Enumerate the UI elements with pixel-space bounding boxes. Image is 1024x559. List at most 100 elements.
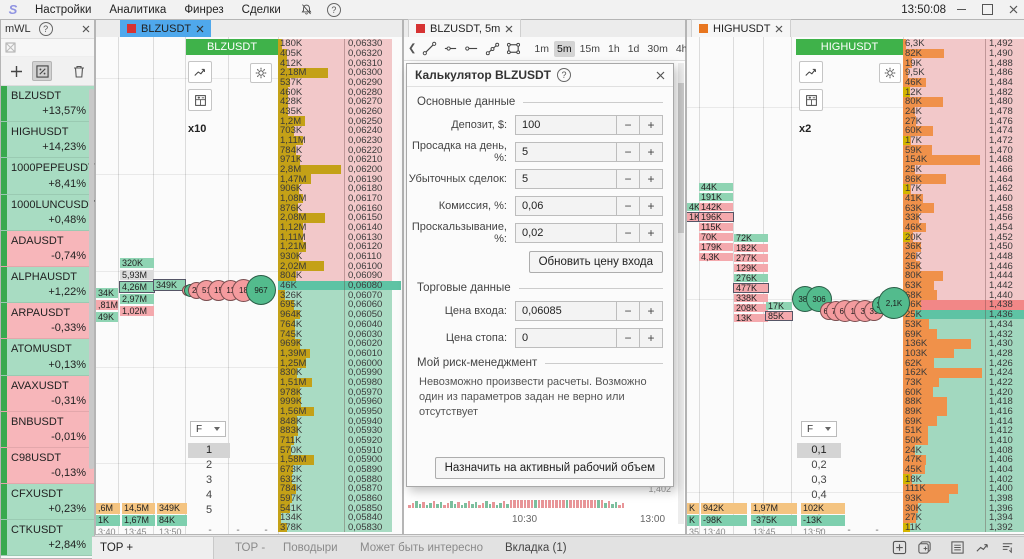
- watchlist-item-highusdt[interactable]: HIGHUSDT+14,23%: [1, 122, 94, 158]
- filter-option[interactable]: 0,1: [797, 443, 841, 458]
- chart-add-icon[interactable]: [974, 539, 991, 556]
- trade-input[interactable]: 0−+: [515, 328, 663, 348]
- menu-item-настройки[interactable]: Настройки: [26, 4, 100, 16]
- watchlist-item-arpausdt[interactable]: ARPAUSDT-0,33%: [1, 303, 94, 339]
- timeframe-1m[interactable]: 1m: [531, 41, 552, 57]
- calculator-button[interactable]: [799, 89, 823, 111]
- decrement-button[interactable]: −: [616, 224, 639, 242]
- gear-icon[interactable]: [250, 63, 272, 83]
- timeframe-15m[interactable]: 15m: [577, 41, 603, 57]
- watchlist-close-icon[interactable]: [82, 25, 90, 33]
- decrement-button[interactable]: −: [616, 197, 639, 215]
- maximize-button[interactable]: [976, 2, 998, 18]
- chart-expand-button[interactable]: [799, 61, 823, 83]
- timeframe-1h[interactable]: 1h: [605, 41, 623, 57]
- minimize-button[interactable]: [950, 2, 972, 18]
- taskbar-item-2[interactable]: ТОР -: [235, 537, 265, 559]
- watchlist-item-adausdt[interactable]: ADAUSDT-0,74%: [1, 231, 94, 267]
- gear-icon[interactable]: [879, 63, 901, 83]
- rectangle-tool-icon[interactable]: [506, 40, 521, 58]
- watchlist-item-cfxusdt[interactable]: CFXUSDT+0,23%: [1, 484, 94, 520]
- watchlist-item-1000luncusdt[interactable]: 1000LUNCUSDT+0,48%: [1, 195, 94, 231]
- watchlist-help-icon[interactable]: ?: [39, 22, 53, 36]
- trade-input[interactable]: 0,06085−+: [515, 301, 663, 321]
- update-entry-price-button[interactable]: Обновить цену входа: [529, 251, 663, 273]
- watchlist-item-bnbusdt[interactable]: BNBUSDT-0,01%: [1, 412, 94, 448]
- trash-icon[interactable]: [69, 61, 89, 81]
- taskbar-tab-top-plus[interactable]: TOP +: [92, 537, 214, 559]
- list-sort-icon[interactable]: [999, 539, 1016, 556]
- add-window-icon[interactable]: [891, 539, 908, 556]
- watchlist-item-blzusdt[interactable]: BLZUSDT+13,57%: [1, 86, 94, 122]
- increment-button[interactable]: +: [639, 197, 662, 215]
- angle-line-tool-icon[interactable]: [485, 40, 500, 58]
- watchlist-scrollbar[interactable]: [89, 89, 94, 469]
- filter-option[interactable]: 5: [188, 503, 230, 518]
- decrement-button[interactable]: −: [616, 116, 639, 134]
- chart-scrollbar[interactable]: [678, 63, 684, 524]
- increment-button[interactable]: +: [639, 224, 662, 242]
- list-view-icon[interactable]: [949, 539, 966, 556]
- filter-option[interactable]: 0,4: [797, 488, 841, 503]
- watchlist-item-avaxusdt[interactable]: AVAXUSDT-0,31%: [1, 376, 94, 412]
- calculator-close-icon[interactable]: [656, 71, 665, 80]
- watchlist-item-atomusdt[interactable]: ATOMUSDT+0,13%: [1, 339, 94, 375]
- increment-button[interactable]: +: [639, 116, 662, 134]
- horizontal-line-tool-icon[interactable]: [464, 40, 479, 58]
- main-input[interactable]: 5−+: [515, 142, 663, 162]
- notifications-muted-icon[interactable]: [300, 3, 313, 16]
- menu-item-сделки[interactable]: Сделки: [233, 4, 290, 16]
- add-symbol-button[interactable]: [6, 61, 26, 81]
- horizontal-ray-tool-icon[interactable]: [443, 40, 458, 58]
- filter-dropdown[interactable]: F: [801, 421, 837, 437]
- timeframe-30m[interactable]: 30m: [644, 41, 670, 57]
- watchlist-item-ctkusdt[interactable]: CTKUSDT+2,84%: [1, 520, 94, 556]
- filter-option[interactable]: 1: [188, 443, 230, 458]
- tab-close-icon[interactable]: [775, 25, 783, 33]
- main-input[interactable]: 0,02−+: [515, 223, 663, 243]
- main-input[interactable]: 100−+: [515, 115, 663, 135]
- filter-dropdown[interactable]: F: [190, 421, 226, 437]
- timeframe-1d[interactable]: 1d: [625, 41, 643, 57]
- increment-button[interactable]: +: [639, 302, 662, 320]
- filter-option[interactable]: 2: [188, 458, 230, 473]
- close-app-button[interactable]: [1002, 2, 1024, 18]
- toolbar-prev-icon[interactable]: ❮: [408, 43, 416, 54]
- ladder-row[interactable]: 378K0,05830: [278, 523, 392, 533]
- main-input[interactable]: 0,06−+: [515, 196, 663, 216]
- tab-blzusdt[interactable]: BLZUSDT: [120, 20, 211, 37]
- tab-close-icon[interactable]: [505, 25, 513, 33]
- filter-option[interactable]: 0,2: [797, 458, 841, 473]
- percent-mode-button[interactable]: [32, 61, 52, 81]
- main-input[interactable]: 5−+: [515, 169, 663, 189]
- increment-button[interactable]: +: [639, 143, 662, 161]
- trend-line-tool-icon[interactable]: [422, 40, 437, 58]
- ladder-row[interactable]: 11K1,392: [903, 523, 1024, 533]
- assign-working-volume-button[interactable]: Назначить на активный рабочий объем: [435, 457, 665, 479]
- tab-blzusdt-5m[interactable]: BLZUSDT, 5m: [408, 19, 521, 37]
- duplicate-window-icon[interactable]: [916, 539, 933, 556]
- decrement-button[interactable]: −: [616, 143, 639, 161]
- decrement-button[interactable]: −: [616, 329, 639, 347]
- filter-option[interactable]: 0,3: [797, 473, 841, 488]
- taskbar-item-3[interactable]: Поводыри: [283, 537, 338, 559]
- chart-expand-button[interactable]: [188, 61, 212, 83]
- tab-highusdt[interactable]: HIGHUSDT: [691, 19, 791, 37]
- filter-option[interactable]: 4: [188, 488, 230, 503]
- menu-item-аналитика[interactable]: Аналитика: [100, 4, 175, 16]
- help-icon[interactable]: ?: [327, 3, 341, 17]
- watchlist-item-1000pepeusdt[interactable]: 1000PEPEUSDT+8,41%: [1, 158, 94, 194]
- watchlist-item-alphausdt[interactable]: ALPHAUSDT+1,22%: [1, 267, 94, 303]
- timeframe-5m[interactable]: 5m: [554, 41, 575, 57]
- taskbar-item-5[interactable]: Вкладка (1): [505, 537, 567, 559]
- increment-button[interactable]: +: [639, 329, 662, 347]
- increment-button[interactable]: +: [639, 170, 662, 188]
- calculator-button[interactable]: [188, 89, 212, 111]
- calculator-help-icon[interactable]: ?: [557, 68, 571, 82]
- watchlist-item-c98usdt[interactable]: C98USDT-0,13%: [1, 448, 94, 484]
- tab-close-icon[interactable]: [196, 25, 204, 33]
- decrement-button[interactable]: −: [616, 170, 639, 188]
- taskbar-item-4[interactable]: Может быть интересно: [360, 537, 483, 559]
- filter-option[interactable]: 3: [188, 473, 230, 488]
- decrement-button[interactable]: −: [616, 302, 639, 320]
